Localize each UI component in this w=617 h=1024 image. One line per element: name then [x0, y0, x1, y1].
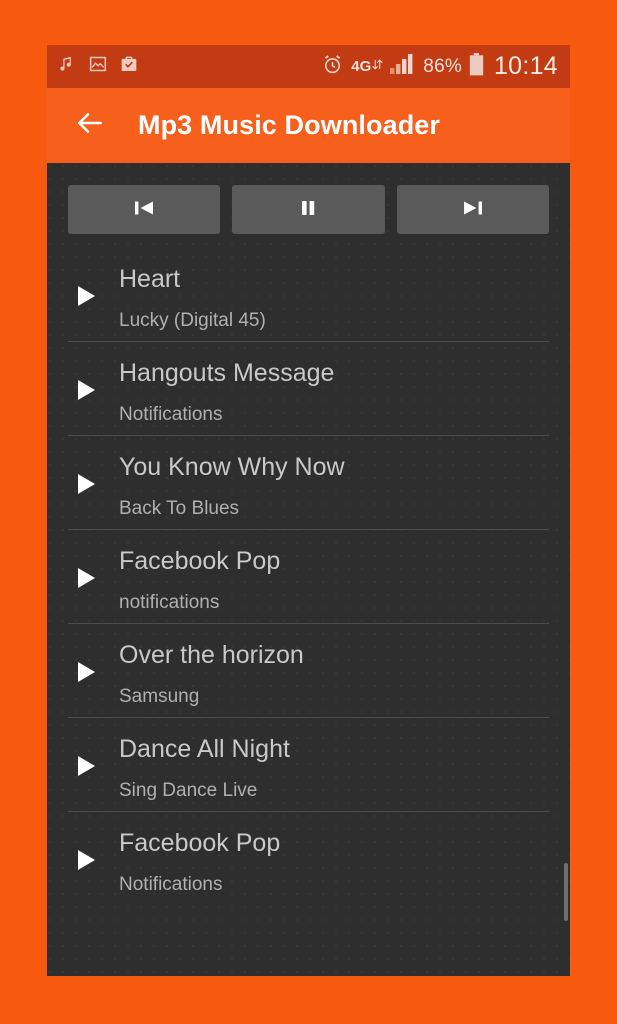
pause-button[interactable] [232, 185, 385, 234]
play-icon[interactable] [76, 848, 98, 877]
play-icon[interactable] [76, 660, 98, 689]
status-bar: 4G 86% 10:14 [47, 45, 570, 88]
track-row[interactable]: Hangouts Message Notifications [47, 342, 570, 436]
content-area: Heart Lucky (Digital 45) Hangouts Messag… [47, 163, 570, 976]
track-subtitle: Notifications [119, 874, 223, 894]
track-subtitle: Notifications [119, 404, 223, 424]
track-title: Over the horizon [119, 641, 304, 668]
track-title: Hangouts Message [119, 359, 335, 386]
phone-screen: 4G 86% 10:14 Mp3 Music Downloader Heart … [47, 45, 570, 976]
track-row[interactable]: Heart Lucky (Digital 45) [47, 248, 570, 342]
battery-percent-label: 86% [423, 56, 462, 77]
status-bar-left-icons [57, 54, 139, 79]
photo-icon [88, 54, 108, 79]
alarm-clock-icon [321, 53, 344, 81]
player-controls [47, 163, 570, 234]
play-icon[interactable] [76, 566, 98, 595]
next-button[interactable] [396, 185, 549, 234]
network-type-indicator: 4G [351, 56, 383, 78]
track-subtitle: Back To Blues [119, 498, 240, 518]
briefcase-check-icon [119, 54, 139, 79]
skip-next-icon [460, 197, 486, 222]
status-bar-right-icons: 4G 86% 10:14 [321, 52, 558, 81]
music-note-icon [57, 54, 77, 79]
page-title: Mp3 Music Downloader [138, 110, 441, 140]
track-subtitle: Lucky (Digital 45) [119, 310, 266, 330]
play-icon[interactable] [76, 284, 98, 313]
track-title: Facebook Pop [119, 547, 281, 574]
track-row[interactable]: Facebook Pop Notifications [47, 812, 570, 906]
track-list: Heart Lucky (Digital 45) Hangouts Messag… [47, 248, 570, 906]
play-icon[interactable] [76, 472, 98, 501]
track-title: You Know Why Now [119, 453, 345, 480]
track-row[interactable]: Dance All Night Sing Dance Live [47, 718, 570, 812]
track-row[interactable]: Over the horizon Samsung [47, 624, 570, 718]
track-title: Facebook Pop [119, 829, 281, 856]
pause-icon [295, 197, 321, 222]
skip-previous-icon [131, 197, 157, 222]
network-label: 4G [351, 58, 372, 75]
track-title: Heart [119, 265, 181, 292]
scrollbar-thumb[interactable] [564, 863, 568, 921]
track-subtitle: Sing Dance Live [119, 780, 258, 800]
signal-bars-icon [390, 53, 416, 80]
track-row[interactable]: Facebook Pop notifications [47, 530, 570, 624]
clock-label: 10:14 [493, 52, 558, 80]
battery-icon [469, 52, 484, 81]
track-row[interactable]: You Know Why Now Back To Blues [47, 436, 570, 530]
track-title: Dance All Night [119, 735, 290, 762]
data-transfer-arrows-icon [372, 56, 383, 78]
back-arrow-icon [74, 107, 106, 144]
play-icon[interactable] [76, 754, 98, 783]
track-subtitle: notifications [119, 592, 220, 612]
app-bar: Mp3 Music Downloader [47, 88, 570, 163]
previous-button[interactable] [68, 185, 221, 234]
track-subtitle: Samsung [119, 686, 200, 706]
play-icon[interactable] [76, 378, 98, 407]
back-button[interactable] [73, 109, 107, 143]
